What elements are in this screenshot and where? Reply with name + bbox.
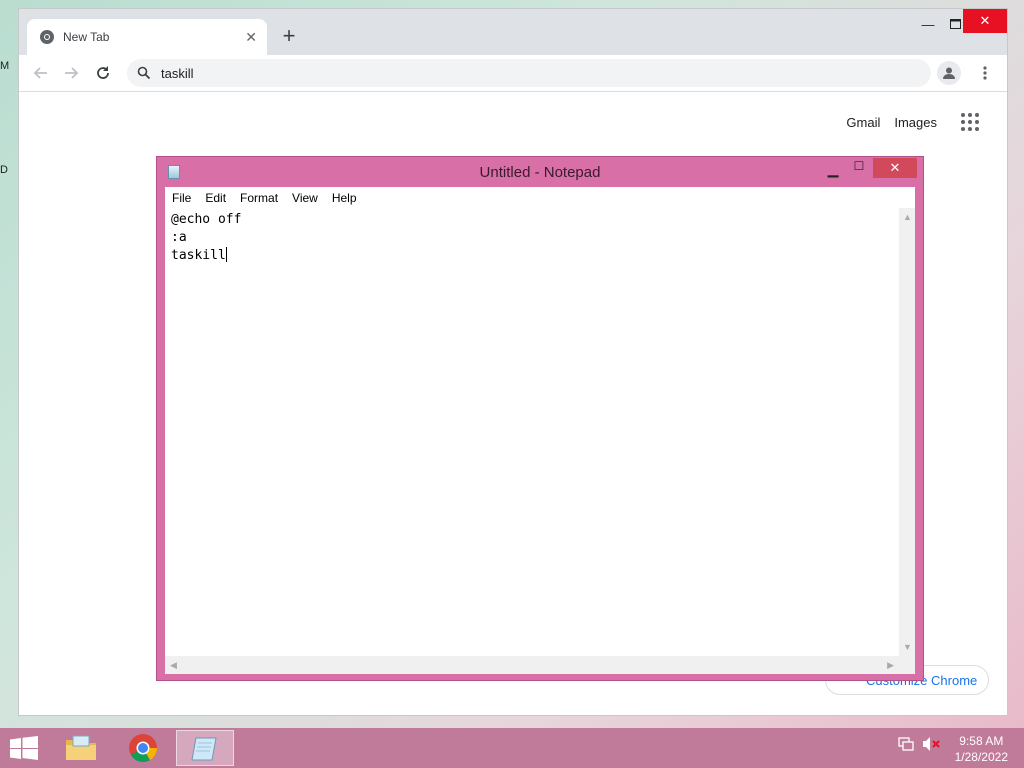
folder-icon: [66, 735, 96, 760]
reload-icon: [97, 66, 109, 79]
menu-view[interactable]: View: [285, 191, 325, 205]
taskbar-notepad[interactable]: [176, 730, 234, 766]
chrome-titlebar: New Tab ✕ + — ✕: [19, 9, 1007, 55]
scroll-right-icon[interactable]: ▶: [887, 660, 894, 671]
kebab-menu-icon: [983, 66, 987, 80]
menu-edit[interactable]: Edit: [198, 191, 233, 205]
scroll-down-icon[interactable]: ▼: [903, 642, 912, 652]
menu-file[interactable]: File: [165, 191, 198, 205]
vertical-scrollbar[interactable]: ▲ ▼: [899, 208, 915, 656]
tab-new-tab[interactable]: New Tab ✕: [27, 19, 267, 55]
tab-title: New Tab: [63, 30, 110, 44]
text-line: @echo off: [171, 212, 242, 227]
scroll-up-icon[interactable]: ▲: [903, 212, 912, 222]
reload-button[interactable]: [91, 61, 115, 85]
chrome-icon: [129, 734, 157, 762]
menu-help[interactable]: Help: [325, 191, 364, 205]
clock-date: 1/28/2022: [954, 750, 1008, 764]
notepad-minimize-button[interactable]: ▁: [823, 161, 843, 181]
windows-start-icon[interactable]: [10, 736, 38, 760]
scroll-left-icon[interactable]: ◀: [170, 660, 177, 671]
search-icon: [137, 66, 151, 80]
text-line: :a: [171, 230, 187, 245]
images-link[interactable]: Images: [894, 115, 937, 130]
notepad-icon: [191, 737, 217, 761]
notepad-titlebar[interactable]: Untitled - Notepad ▁ ☐ ✕: [157, 157, 923, 187]
gmail-link[interactable]: Gmail: [846, 115, 880, 130]
chrome-icon: [40, 30, 54, 44]
notepad-window: Untitled - Notepad ▁ ☐ ✕ File Edit Forma…: [156, 156, 924, 681]
minimize-button[interactable]: —: [913, 9, 943, 39]
ntp-header-links: Gmail Images: [846, 113, 987, 131]
close-button[interactable]: ✕: [963, 9, 1007, 33]
taskbar: 9:58 AM 1/28/2022: [0, 728, 1024, 768]
chrome-toolbar: taskill: [19, 55, 1007, 92]
tab-close-icon[interactable]: ✕: [245, 29, 257, 46]
address-bar[interactable]: taskill: [127, 59, 931, 87]
forward-button[interactable]: [59, 61, 83, 85]
back-arrow-icon: [33, 67, 47, 79]
taskbar-file-explorer[interactable]: [52, 730, 110, 766]
maximize-icon: [949, 19, 961, 29]
taskbar-chrome[interactable]: [114, 730, 172, 766]
notepad-close-button[interactable]: ✕: [873, 158, 917, 178]
notepad-text-area[interactable]: @echo off :a taskill ▲ ▼ ◀ ▶: [165, 208, 915, 674]
notepad-maximize-button[interactable]: ☐: [849, 159, 869, 179]
back-button[interactable]: [29, 61, 53, 85]
taskbar-clock[interactable]: 9:58 AM 1/28/2022: [955, 733, 1008, 765]
chrome-menu-button[interactable]: [977, 61, 993, 85]
resize-grip[interactable]: [899, 656, 915, 674]
horizontal-scrollbar[interactable]: ◀ ▶: [165, 656, 899, 674]
forward-arrow-icon: [65, 67, 79, 79]
text-line: taskill: [171, 248, 226, 263]
volume-muted-icon[interactable]: [922, 736, 940, 752]
menu-format[interactable]: Format: [233, 191, 285, 205]
profile-button[interactable]: [937, 61, 961, 85]
network-icon[interactable]: [898, 736, 914, 752]
text-caret: [225, 247, 227, 262]
person-icon: [943, 67, 955, 79]
notepad-menubar: File Edit Format View Help: [165, 187, 915, 209]
new-tab-button[interactable]: +: [277, 25, 301, 49]
clock-time: 9:58 AM: [959, 734, 1004, 748]
notepad-text: @echo off :a taskill: [171, 211, 241, 265]
desktop-icon-fragment[interactable]: M: [0, 60, 10, 74]
apps-grid-icon[interactable]: [961, 113, 979, 131]
notepad-title: Untitled - Notepad: [479, 164, 601, 181]
desktop-icon-fragment[interactable]: D: [0, 164, 10, 178]
address-bar-text: taskill: [161, 65, 194, 81]
